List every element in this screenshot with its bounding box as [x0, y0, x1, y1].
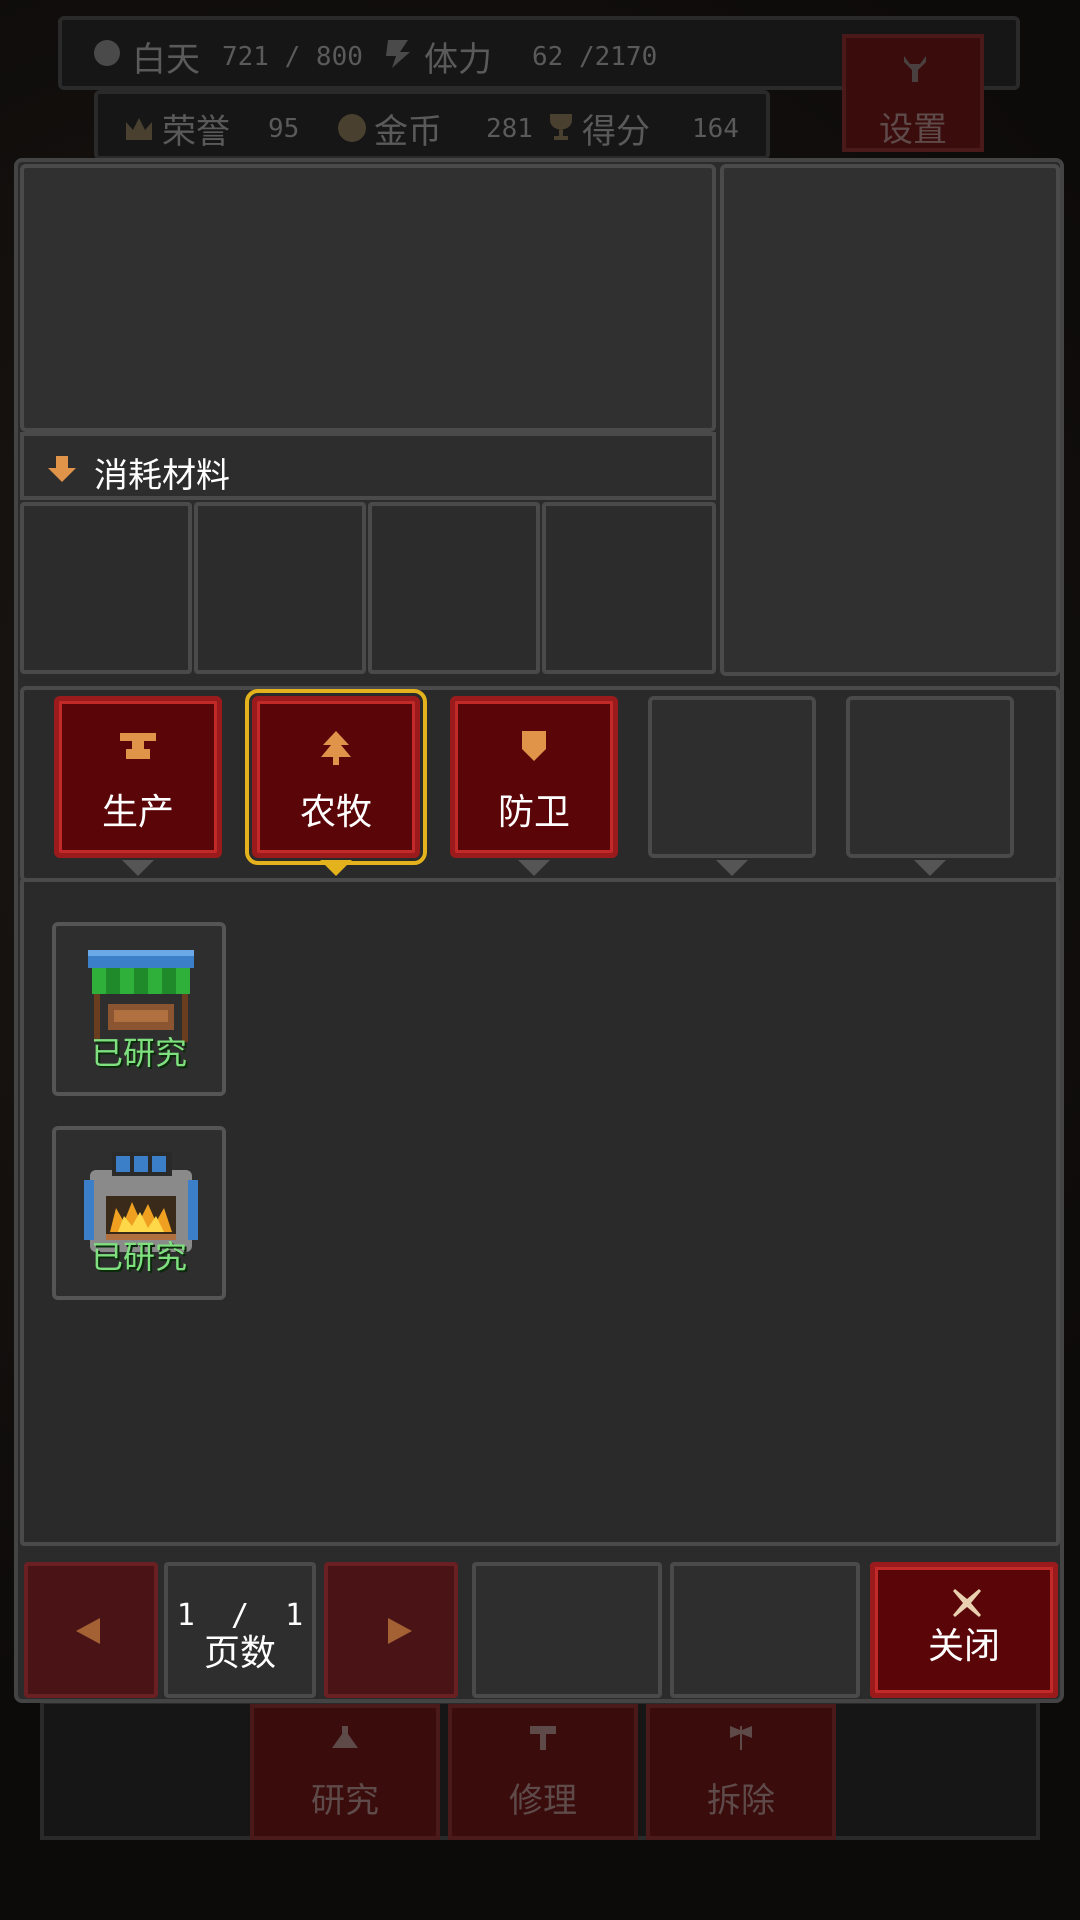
category-tab-strip: 生产 农牧 防卫	[20, 686, 1060, 882]
stamina-label: 体力	[424, 40, 492, 80]
close-label: 关闭	[927, 1626, 1000, 1667]
repair-label: 修理	[509, 1781, 577, 1821]
material-slot[interactable]	[368, 502, 540, 674]
daytime-value: 721 / 800	[222, 42, 363, 72]
wrench-icon	[904, 56, 926, 82]
score-label: 得分	[582, 112, 650, 152]
trophy-icon	[550, 114, 572, 140]
gold-label: 金币	[374, 112, 442, 152]
arrow-left-icon	[76, 1618, 100, 1644]
tab-pointer	[716, 860, 748, 876]
research-icon	[332, 1726, 358, 1748]
item-card-furnace[interactable]: 已研究	[52, 1126, 226, 1300]
detail-panel	[720, 164, 1060, 676]
tab-label: 生产	[101, 792, 174, 833]
sun-icon	[94, 40, 120, 66]
tab-pointer	[518, 860, 550, 876]
tab-defense[interactable]: 防卫	[450, 696, 618, 858]
repair-button[interactable]: 修理	[448, 1704, 638, 1840]
tab-label: 防卫	[497, 792, 570, 833]
page-label: 页数	[203, 1633, 276, 1674]
tab-label: 农牧	[299, 792, 372, 833]
research-button[interactable]: 研究	[250, 1704, 440, 1840]
gold-value: 281	[486, 114, 533, 144]
tab-production[interactable]: 生产	[54, 696, 222, 858]
research-label: 研究	[311, 1781, 379, 1821]
tab-empty[interactable]	[648, 696, 816, 858]
close-button[interactable]: 关闭	[870, 1562, 1058, 1698]
material-slot[interactable]	[542, 502, 716, 674]
honor-label: 荣誉	[162, 112, 230, 152]
honor-value: 95	[268, 114, 300, 144]
close-icon	[953, 1589, 981, 1617]
down-arrow-icon	[48, 456, 76, 482]
daytime-label: 白天	[132, 40, 200, 80]
demolish-label: 拆除	[707, 1781, 775, 1821]
item-grid: 已研究 已研究	[20, 878, 1060, 1546]
material-slot[interactable]	[20, 502, 192, 674]
settings-label: 设置	[879, 110, 947, 150]
materials-header: 消耗材料	[20, 432, 716, 500]
score-value: 164	[692, 114, 739, 144]
coin-icon	[338, 114, 366, 142]
item-status: 已研究	[90, 1034, 187, 1072]
hammer-icon	[530, 1726, 556, 1750]
axe-icon	[730, 1726, 752, 1750]
research-modal: 消耗材料 生产 农牧 防卫 已研究 已研究 1 / 1 页数 关闭	[14, 158, 1064, 1703]
material-slot[interactable]	[194, 502, 366, 674]
demolish-button[interactable]: 拆除	[646, 1704, 836, 1840]
tree-icon	[321, 731, 351, 765]
settings-button[interactable]: 设置	[842, 34, 984, 152]
tab-empty[interactable]	[846, 696, 1014, 858]
item-card-market-stall[interactable]: 已研究	[52, 922, 226, 1096]
anvil-icon	[120, 733, 156, 759]
prev-page-button[interactable]	[24, 1562, 158, 1698]
next-page-button[interactable]	[324, 1562, 458, 1698]
preview-panel	[20, 164, 716, 432]
tab-pointer	[914, 860, 946, 876]
empty-button-slot	[670, 1562, 860, 1698]
tab-pointer-selected	[320, 860, 352, 876]
stamina-icon	[386, 40, 410, 68]
empty-button-slot	[472, 1562, 662, 1698]
hud-resources-bar: 荣誉 95 金币 281 得分 164	[94, 90, 770, 160]
bottom-action-bar: 研究 修理 拆除	[40, 1700, 1040, 1840]
crown-icon	[126, 118, 152, 140]
tab-farming[interactable]: 农牧	[245, 689, 427, 865]
arrow-right-icon	[388, 1618, 412, 1644]
tab-pointer	[122, 860, 154, 876]
shield-icon	[522, 731, 546, 761]
page-indicator: 1 / 1 页数	[164, 1562, 316, 1698]
item-status: 已研究	[90, 1238, 187, 1276]
materials-label: 消耗材料	[94, 456, 230, 496]
stamina-value: 62 /2170	[532, 42, 658, 72]
